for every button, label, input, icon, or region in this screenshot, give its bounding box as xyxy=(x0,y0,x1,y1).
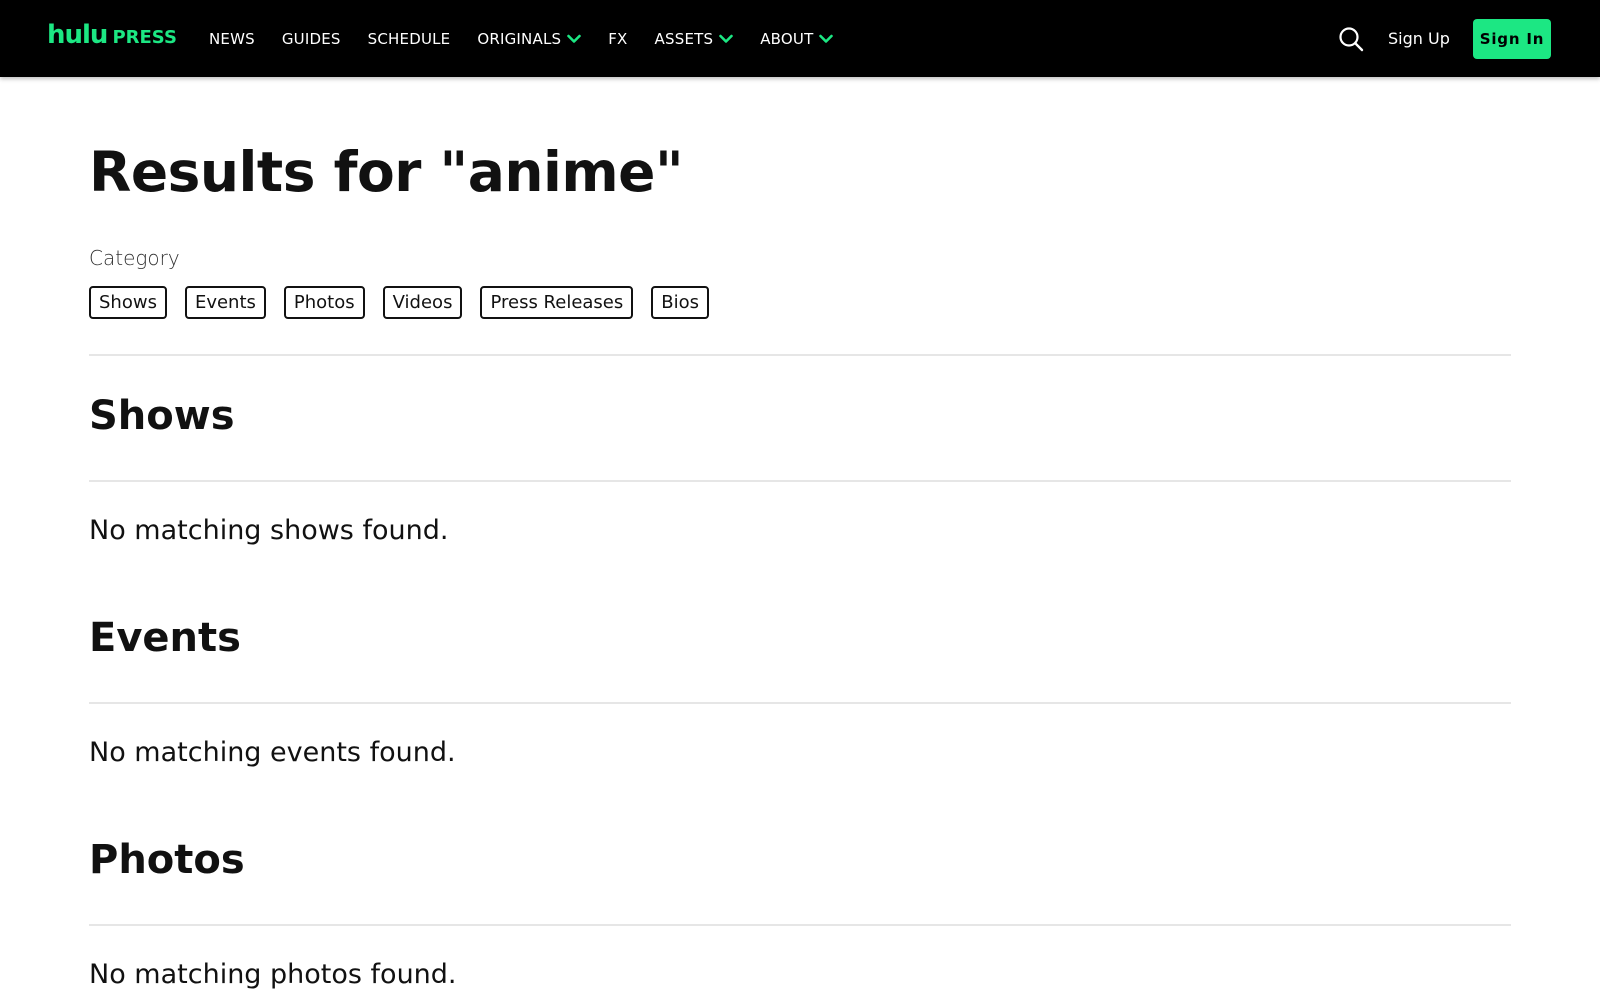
category-filter-list: Shows Events Photos Videos Press Release… xyxy=(89,286,727,319)
chevron-down-icon xyxy=(719,34,734,44)
category-chip-shows[interactable]: Shows xyxy=(89,286,167,319)
nav-item-schedule[interactable]: SCHEDULE xyxy=(368,0,451,77)
empty-message-shows: No matching shows found. xyxy=(89,515,449,546)
category-label: Category xyxy=(89,246,180,270)
page-title: Results for "anime" xyxy=(89,140,684,204)
nav-item-guides[interactable]: GUIDES xyxy=(282,0,341,77)
category-chip-bios[interactable]: Bios xyxy=(651,286,710,319)
nav-item-label: NEWS xyxy=(209,29,255,48)
category-chip-photos[interactable]: Photos xyxy=(283,286,365,319)
top-navigation-bar: hulu PRESS NEWS GUIDES SCHEDULE ORIGINAL… xyxy=(0,0,1600,77)
hulu-press-logo[interactable]: hulu PRESS xyxy=(47,18,177,52)
section-title-shows: Shows xyxy=(89,393,235,439)
nav-item-label: FX xyxy=(608,29,628,48)
divider xyxy=(89,702,1511,704)
category-chip-press-releases[interactable]: Press Releases xyxy=(480,286,634,319)
section-title-events: Events xyxy=(89,615,241,661)
nav-item-fx[interactable]: FX xyxy=(608,0,627,77)
nav-item-originals[interactable]: ORIGINALS xyxy=(477,0,582,77)
nav-item-assets[interactable]: ASSETS xyxy=(655,0,734,77)
sign-in-button[interactable]: Sign In xyxy=(1473,19,1551,59)
sign-up-link[interactable]: Sign Up xyxy=(1388,0,1450,77)
nav-item-about[interactable]: ABOUT xyxy=(760,0,834,77)
empty-message-events: No matching events found. xyxy=(89,737,456,768)
nav-item-label: ORIGINALS xyxy=(477,29,562,48)
logo-press-text: PRESS xyxy=(112,27,177,48)
divider xyxy=(89,480,1511,482)
category-chip-events[interactable]: Events xyxy=(184,286,266,319)
chevron-down-icon xyxy=(567,34,582,44)
chevron-down-icon xyxy=(819,34,834,44)
nav-item-label: ASSETS xyxy=(654,29,714,48)
category-chip-videos[interactable]: Videos xyxy=(382,286,463,319)
divider xyxy=(89,354,1511,356)
nav-item-label: ABOUT xyxy=(760,29,814,48)
empty-message-photos: No matching photos found. xyxy=(89,959,457,990)
search-icon[interactable] xyxy=(1338,26,1364,52)
nav-item-news[interactable]: NEWS xyxy=(209,0,255,77)
divider xyxy=(89,924,1511,926)
section-title-photos: Photos xyxy=(89,837,245,883)
nav-item-label: SCHEDULE xyxy=(367,29,451,48)
logo-hulu-text: hulu xyxy=(47,20,108,50)
main-nav: NEWS GUIDES SCHEDULE ORIGINALS FX ASSETS… xyxy=(209,0,860,77)
nav-item-label: GUIDES xyxy=(281,29,341,48)
